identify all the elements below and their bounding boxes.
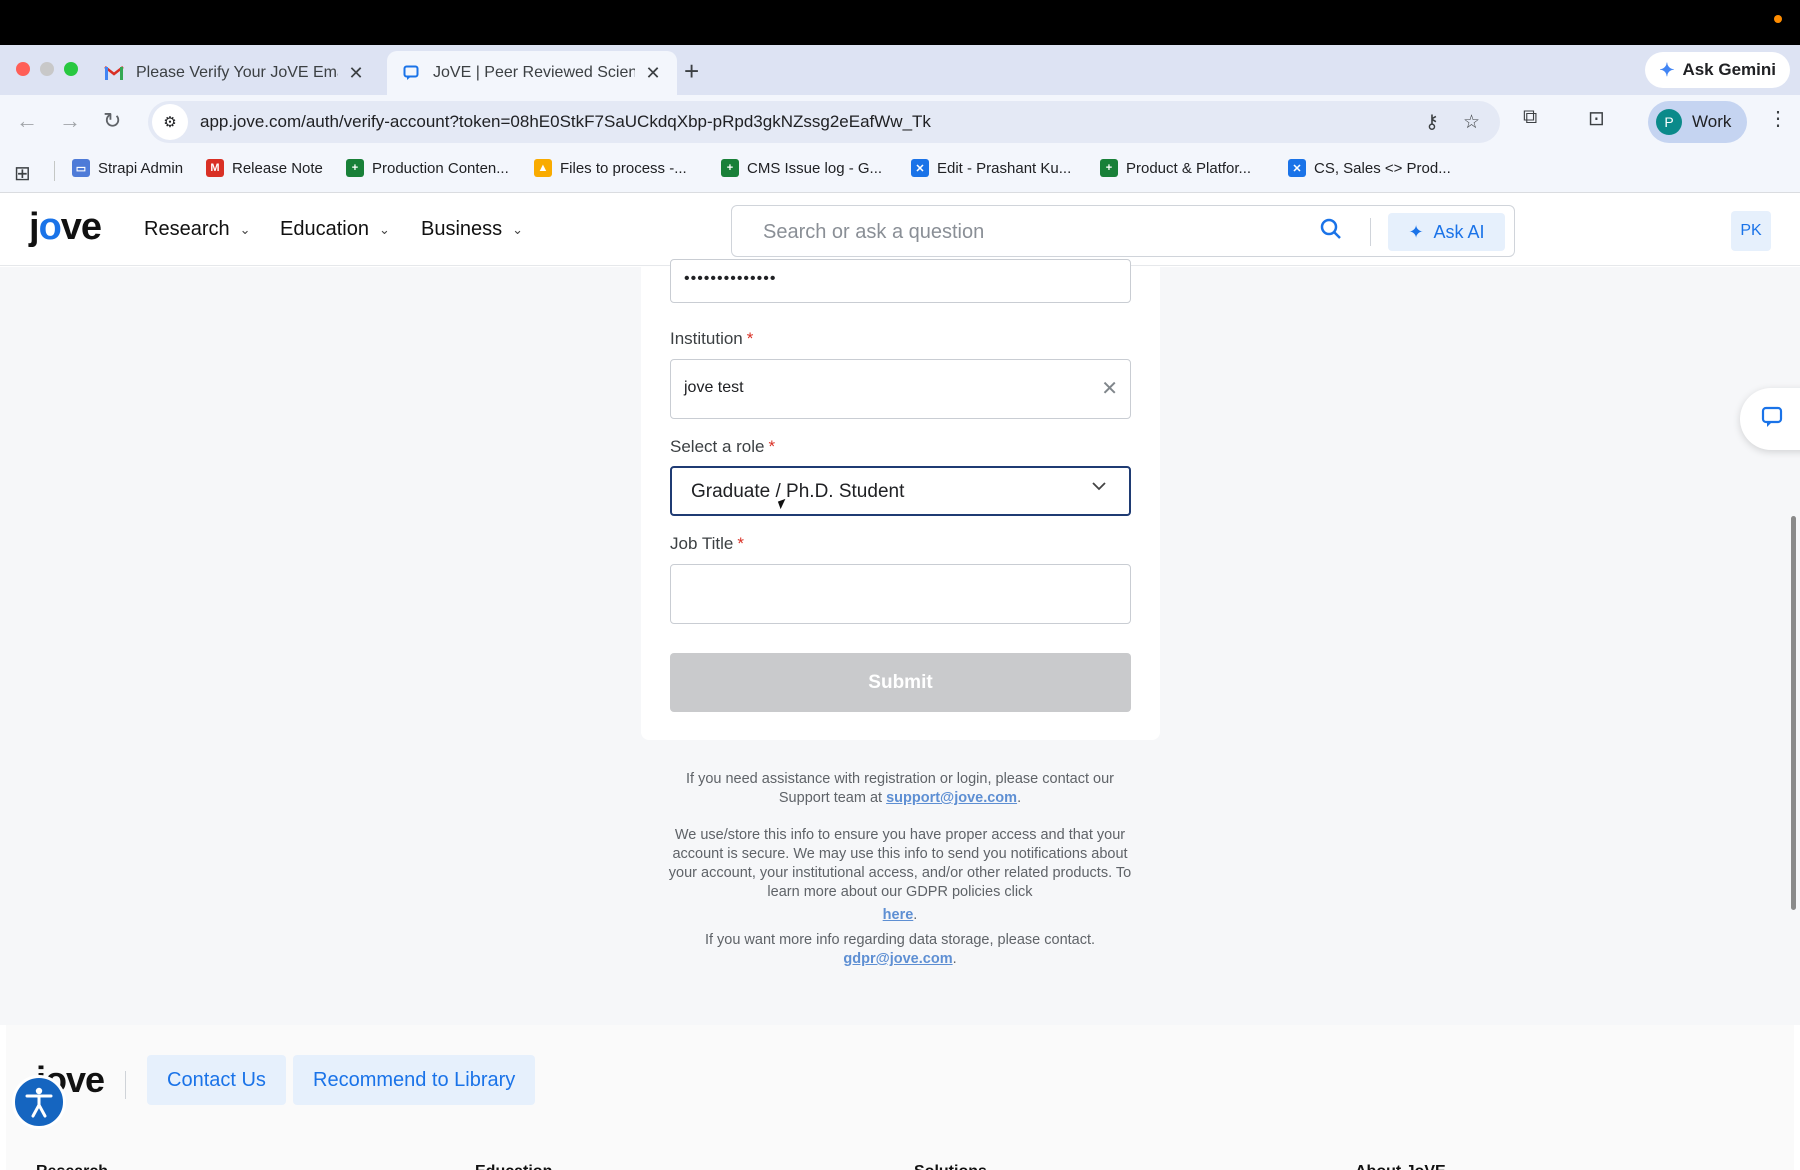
jira-icon: ✕ xyxy=(911,159,929,177)
nav-research[interactable]: Research ⌄ xyxy=(144,218,251,241)
bookmark-item[interactable]: ▲ Files to process -... xyxy=(534,159,687,177)
site-settings-icon[interactable]: ⚙ xyxy=(152,104,188,140)
job-title-field[interactable] xyxy=(670,564,1131,624)
forward-arrow-icon[interactable]: → xyxy=(59,108,81,134)
page-scrollbar[interactable] xyxy=(1791,516,1796,910)
role-label: Select a role * xyxy=(670,437,776,456)
os-menu-bar xyxy=(0,0,1800,45)
recording-indicator-icon xyxy=(1774,15,1782,23)
footer-divider xyxy=(125,1071,126,1099)
password-field[interactable]: •••••••••••••• xyxy=(670,259,1131,303)
sheets-icon: + xyxy=(346,159,364,177)
profile-chip[interactable]: P Work xyxy=(1648,101,1748,143)
tab-jove[interactable]: JoVE | Peer Reviewed Scientific ✕ xyxy=(387,51,677,95)
reload-icon[interactable]: ↻ xyxy=(103,108,121,134)
bookmark-item[interactable]: + Product & Platfor... xyxy=(1100,159,1251,177)
chat-widget-button[interactable] xyxy=(1740,388,1800,450)
site-footer: jove Contact Us Recommend to Library Res… xyxy=(6,1025,1794,1170)
tab-strip: Please Verify Your JoVE Email ✕ JoVE | P… xyxy=(0,45,1800,95)
footer-column-about: About JoVE xyxy=(1355,1163,1446,1170)
new-tab-button[interactable]: + xyxy=(684,56,699,87)
support-note: If you need assistance with registration… xyxy=(686,771,1114,806)
search-icon[interactable] xyxy=(1320,218,1342,246)
bookmark-divider xyxy=(54,161,55,181)
gmail-icon: M xyxy=(206,159,224,177)
nav-business[interactable]: Business ⌄ xyxy=(421,218,523,241)
institution-label: Institution * xyxy=(670,329,754,348)
chat-bubble-icon xyxy=(1760,405,1784,434)
tab-close-icon[interactable]: ✕ xyxy=(643,63,663,83)
sheets-icon: + xyxy=(721,159,739,177)
chevron-down-icon xyxy=(1091,478,1107,499)
avatar: P xyxy=(1656,109,1682,135)
role-select[interactable]: Graduate / Ph.D. Student xyxy=(670,466,1131,516)
gdpr-note: We use/store this info to ensure you hav… xyxy=(668,827,1132,923)
tab-gmail[interactable]: Please Verify Your JoVE Email ✕ xyxy=(90,51,380,95)
submit-button[interactable]: Submit xyxy=(670,653,1131,712)
verify-account-form: •••••••••••••• Institution * jove test ✕ … xyxy=(641,259,1160,740)
storage-note: If you want more info regarding data sto… xyxy=(704,932,1096,967)
recommend-to-library-button[interactable]: Recommend to Library xyxy=(293,1055,536,1105)
back-arrow-icon[interactable]: ← xyxy=(16,108,38,134)
institution-field[interactable]: jove test ✕ xyxy=(670,359,1131,419)
bookmark-item[interactable]: + CMS Issue log - G... xyxy=(721,159,882,177)
strapi-icon: ▭ xyxy=(72,159,90,177)
gdpr-email-link[interactable]: gdpr@jove.com xyxy=(843,951,952,967)
url-text[interactable]: app.jove.com/auth/verify-account?token=0… xyxy=(200,112,931,132)
gdpr-policy-link[interactable]: here xyxy=(883,907,914,923)
accessibility-icon[interactable] xyxy=(12,1075,66,1129)
bookmark-item[interactable]: ▭ Strapi Admin xyxy=(72,159,183,177)
bookmark-item[interactable]: ✕ CS, Sales <> Prod... xyxy=(1288,159,1451,177)
chevron-down-icon: ⌄ xyxy=(378,221,390,237)
bookmark-item[interactable]: ✕ Edit - Prashant Ku... xyxy=(911,159,1071,177)
drive-icon: ▲ xyxy=(534,159,552,177)
job-title-label: Job Title * xyxy=(670,534,744,553)
clear-icon[interactable]: ✕ xyxy=(1101,376,1118,401)
address-bar[interactable]: ⚙ app.jove.com/auth/verify-account?token… xyxy=(148,101,1500,143)
jira-icon: ✕ xyxy=(1288,159,1306,177)
window-minimize-icon[interactable] xyxy=(40,62,54,76)
site-search-input[interactable]: Search or ask a question ✦ Ask AI xyxy=(731,205,1515,257)
footer-column-education: Education xyxy=(475,1163,552,1170)
more-menu-icon[interactable]: ⋮ xyxy=(1768,106,1788,131)
gmail-icon xyxy=(104,63,124,83)
contact-us-button[interactable]: Contact Us xyxy=(147,1055,286,1105)
ask-gemini-button[interactable]: ✦ Ask Gemini xyxy=(1645,52,1790,88)
chevron-down-icon: ⌄ xyxy=(239,221,251,237)
gemini-sparkle-icon: ✦ xyxy=(1659,59,1675,80)
sheets-icon: + xyxy=(1100,159,1118,177)
apps-grid-icon[interactable]: ⊞ xyxy=(14,161,31,186)
bookmark-item[interactable]: M Release Note xyxy=(206,159,323,177)
window-maximize-icon[interactable] xyxy=(64,62,78,76)
user-avatar-button[interactable]: PK xyxy=(1731,211,1771,251)
support-email-link[interactable]: support@jove.com xyxy=(886,790,1017,806)
search-divider xyxy=(1370,218,1371,246)
chat-bubble-icon xyxy=(401,63,421,83)
footer-column-solutions: Solutions xyxy=(914,1163,987,1170)
jove-logo[interactable]: jove xyxy=(29,206,102,249)
chevron-down-icon: ⌄ xyxy=(512,221,524,237)
ask-ai-button[interactable]: ✦ Ask AI xyxy=(1388,213,1505,251)
password-key-icon[interactable]: ⚷ xyxy=(1425,111,1439,134)
extensions-icon[interactable]: ⧉ xyxy=(1523,106,1537,129)
browser-toolbar: ← → ↻ ⚙ app.jove.com/auth/verify-account… xyxy=(0,95,1800,149)
window-close-icon[interactable] xyxy=(16,62,30,76)
footer-column-research: Research xyxy=(36,1163,108,1170)
tab-search-icon[interactable]: ⊡ xyxy=(1588,106,1605,131)
site-header: jove Research ⌄ Education ⌄ Business ⌄ Sear… xyxy=(0,194,1800,266)
bookmark-star-icon[interactable]: ☆ xyxy=(1463,111,1480,134)
nav-education[interactable]: Education ⌄ xyxy=(280,218,390,241)
tab-close-icon[interactable]: ✕ xyxy=(346,63,366,83)
bookmark-item[interactable]: + Production Conten... xyxy=(346,159,509,177)
sparkle-icon: ✦ xyxy=(1408,221,1424,242)
